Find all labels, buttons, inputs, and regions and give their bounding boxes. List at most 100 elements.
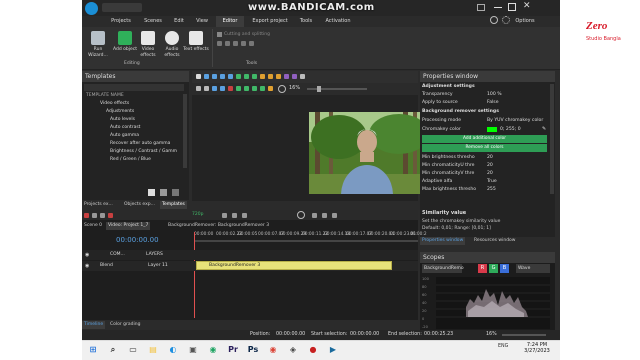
speed-icon[interactable] — [249, 41, 254, 46]
timeline-split-icon[interactable] — [100, 213, 105, 218]
tab-templates[interactable]: Templates — [160, 201, 187, 209]
record-app-icon[interactable]: ● — [306, 343, 320, 357]
mask-tool-icon[interactable] — [284, 74, 289, 79]
prop-value[interactable]: 0; 255; 0 — [500, 126, 521, 133]
prop-max-brightness[interactable]: Max brightness thresho 255 — [422, 186, 550, 193]
quick-access-toolbar[interactable] — [102, 3, 142, 12]
prop-value[interactable]: True — [487, 178, 497, 185]
scopes-source-select[interactable]: BackgroundRemo — [422, 264, 464, 273]
loop-icon[interactable] — [322, 213, 327, 218]
tree-auto-levels[interactable]: Auto levels — [110, 117, 135, 122]
sprite-tool-icon[interactable] — [268, 74, 273, 79]
scope-b-toggle[interactable]: B — [500, 264, 509, 273]
zoom-level[interactable]: 16% — [289, 85, 300, 91]
template-menu-icon[interactable] — [172, 189, 179, 196]
guide-icon[interactable] — [268, 86, 273, 91]
prop-value[interactable]: 20 — [487, 162, 493, 169]
cutting-splitting-button[interactable]: Cutting and splitting — [224, 32, 270, 37]
grid-icon[interactable] — [212, 86, 217, 91]
safe-area-icon[interactable] — [260, 86, 265, 91]
layout-icon[interactable] — [300, 74, 305, 79]
prop-adaptive-alfa[interactable]: Adaptive alfa True — [422, 178, 550, 185]
fit-icon[interactable] — [244, 86, 249, 91]
effect-tool-icon[interactable] — [292, 74, 297, 79]
vsdc-app-icon[interactable]: ◈ — [286, 343, 300, 357]
crop-icon[interactable] — [217, 41, 222, 46]
templates-scrollbar[interactable] — [183, 94, 187, 168]
tree-brightness[interactable]: Brightness / Contrast / Gamm — [110, 149, 177, 154]
zoom-icon[interactable] — [278, 85, 286, 93]
volume-icon[interactable] — [332, 213, 337, 218]
cursor-tool-icon[interactable] — [196, 74, 201, 79]
tab-scene[interactable]: Scene 0 — [82, 222, 104, 230]
prop-min-chroma-v[interactable]: Min chromaticityV thre 20 — [422, 170, 550, 177]
start-button-icon[interactable]: ⊞ — [86, 343, 100, 357]
line-tool-icon[interactable] — [220, 74, 225, 79]
photoshop-app-icon[interactable]: Ps — [246, 343, 260, 357]
cut-icon[interactable] — [233, 41, 238, 46]
audio-effects-button[interactable]: Audio effects — [161, 30, 183, 68]
video-effects-button[interactable]: Video effects — [137, 30, 159, 68]
tab-resources-window[interactable]: Resources window — [472, 237, 517, 245]
tab-projects-explorer[interactable]: Projects ex... — [82, 201, 115, 209]
eyedropper-icon[interactable]: ✎ — [542, 126, 546, 133]
playhead[interactable] — [194, 232, 195, 318]
prop-min-chroma-u[interactable]: Min chromaticityU thre 20 — [422, 162, 550, 169]
remove-all-colors-button[interactable]: Remove all colors — [422, 144, 547, 152]
menu-tab-projects[interactable]: Projects — [107, 16, 135, 27]
properties-scrollbar[interactable] — [550, 84, 554, 194]
section-adjustment[interactable]: Adjustment settings — [422, 83, 550, 90]
tree-adjustments[interactable]: Adjustments — [106, 109, 134, 114]
snap-icon[interactable] — [236, 86, 241, 91]
tab-color-grading[interactable]: Color grading — [108, 321, 142, 329]
menu-tab-scenes[interactable]: Scenes — [140, 16, 166, 27]
prop-value[interactable]: 20 — [487, 154, 493, 161]
audio-tool-icon[interactable] — [260, 74, 265, 79]
animation-tool-icon[interactable] — [276, 74, 281, 79]
store-app-icon[interactable]: ▣ — [186, 343, 200, 357]
menu-tab-export[interactable]: Export project — [248, 16, 292, 27]
play-icon[interactable] — [232, 213, 237, 218]
image-tool-icon[interactable] — [252, 74, 257, 79]
run-wizard-button[interactable]: Run Wizard... — [87, 30, 109, 68]
stop-icon[interactable] — [312, 213, 317, 218]
tree-auto-contrast[interactable]: Auto contrast — [110, 125, 140, 130]
record-area-icon[interactable] — [228, 86, 233, 91]
prev-frame-icon[interactable] — [222, 213, 227, 218]
tree-auto-gamma[interactable]: Auto gamma — [110, 133, 139, 138]
aspect-icon[interactable] — [252, 86, 257, 91]
maximize-icon[interactable] — [508, 3, 516, 11]
chrome-app-2-icon[interactable]: ◉ — [266, 343, 280, 357]
timeline-record-icon[interactable] — [84, 213, 89, 218]
vsdc-app-2-icon[interactable]: ▶ — [326, 343, 340, 357]
move-icon[interactable] — [204, 86, 209, 91]
chromakey-swatch[interactable] — [487, 127, 497, 132]
prop-value[interactable]: 20 — [487, 170, 493, 177]
scope-r-toggle[interactable]: R — [478, 264, 487, 273]
section-background-remover[interactable]: Background remover settings — [422, 108, 550, 115]
align-icon[interactable] — [220, 86, 225, 91]
split-icon[interactable] — [241, 41, 246, 46]
eye-icon[interactable]: ◉ — [85, 252, 89, 258]
tray-lang[interactable]: ENG — [498, 344, 508, 349]
pointer-icon[interactable] — [196, 86, 201, 91]
status-zoom[interactable]: 16% — [486, 332, 497, 337]
tab-objects-explorer[interactable]: Objects exp... — [122, 201, 157, 209]
add-template-icon[interactable] — [148, 189, 155, 196]
shape-tool-icon[interactable] — [212, 74, 217, 79]
edge-app-icon[interactable]: ◐ — [166, 343, 180, 357]
tab-timeline[interactable]: Timeline — [82, 321, 106, 329]
tab-properties-window[interactable]: Properties window — [420, 237, 466, 245]
scope-g-toggle[interactable]: G — [489, 264, 498, 273]
tab-background-remover[interactable]: BackgroundRemover: BackgroundRemover 3 — [166, 222, 271, 230]
prop-transparency[interactable]: Transparency 100 % — [422, 91, 550, 98]
file-explorer-icon[interactable]: ▤ — [146, 343, 160, 357]
tree-recover-gamma[interactable]: Recover after auto gamma — [110, 141, 170, 146]
menu-tab-edit[interactable]: Edit — [170, 16, 188, 27]
timeline-clip[interactable]: BackgroundRemover 3 — [196, 261, 392, 270]
hand-tool-icon[interactable] — [204, 74, 209, 79]
text-tool-icon[interactable] — [228, 74, 233, 79]
add-additional-color-button[interactable]: Add additional color — [422, 135, 547, 143]
timeline-ruler[interactable]: 00:00:00 00:00:02.22 00:00:05 00:00:07.0… — [194, 232, 427, 240]
templates-search[interactable] — [84, 84, 184, 91]
